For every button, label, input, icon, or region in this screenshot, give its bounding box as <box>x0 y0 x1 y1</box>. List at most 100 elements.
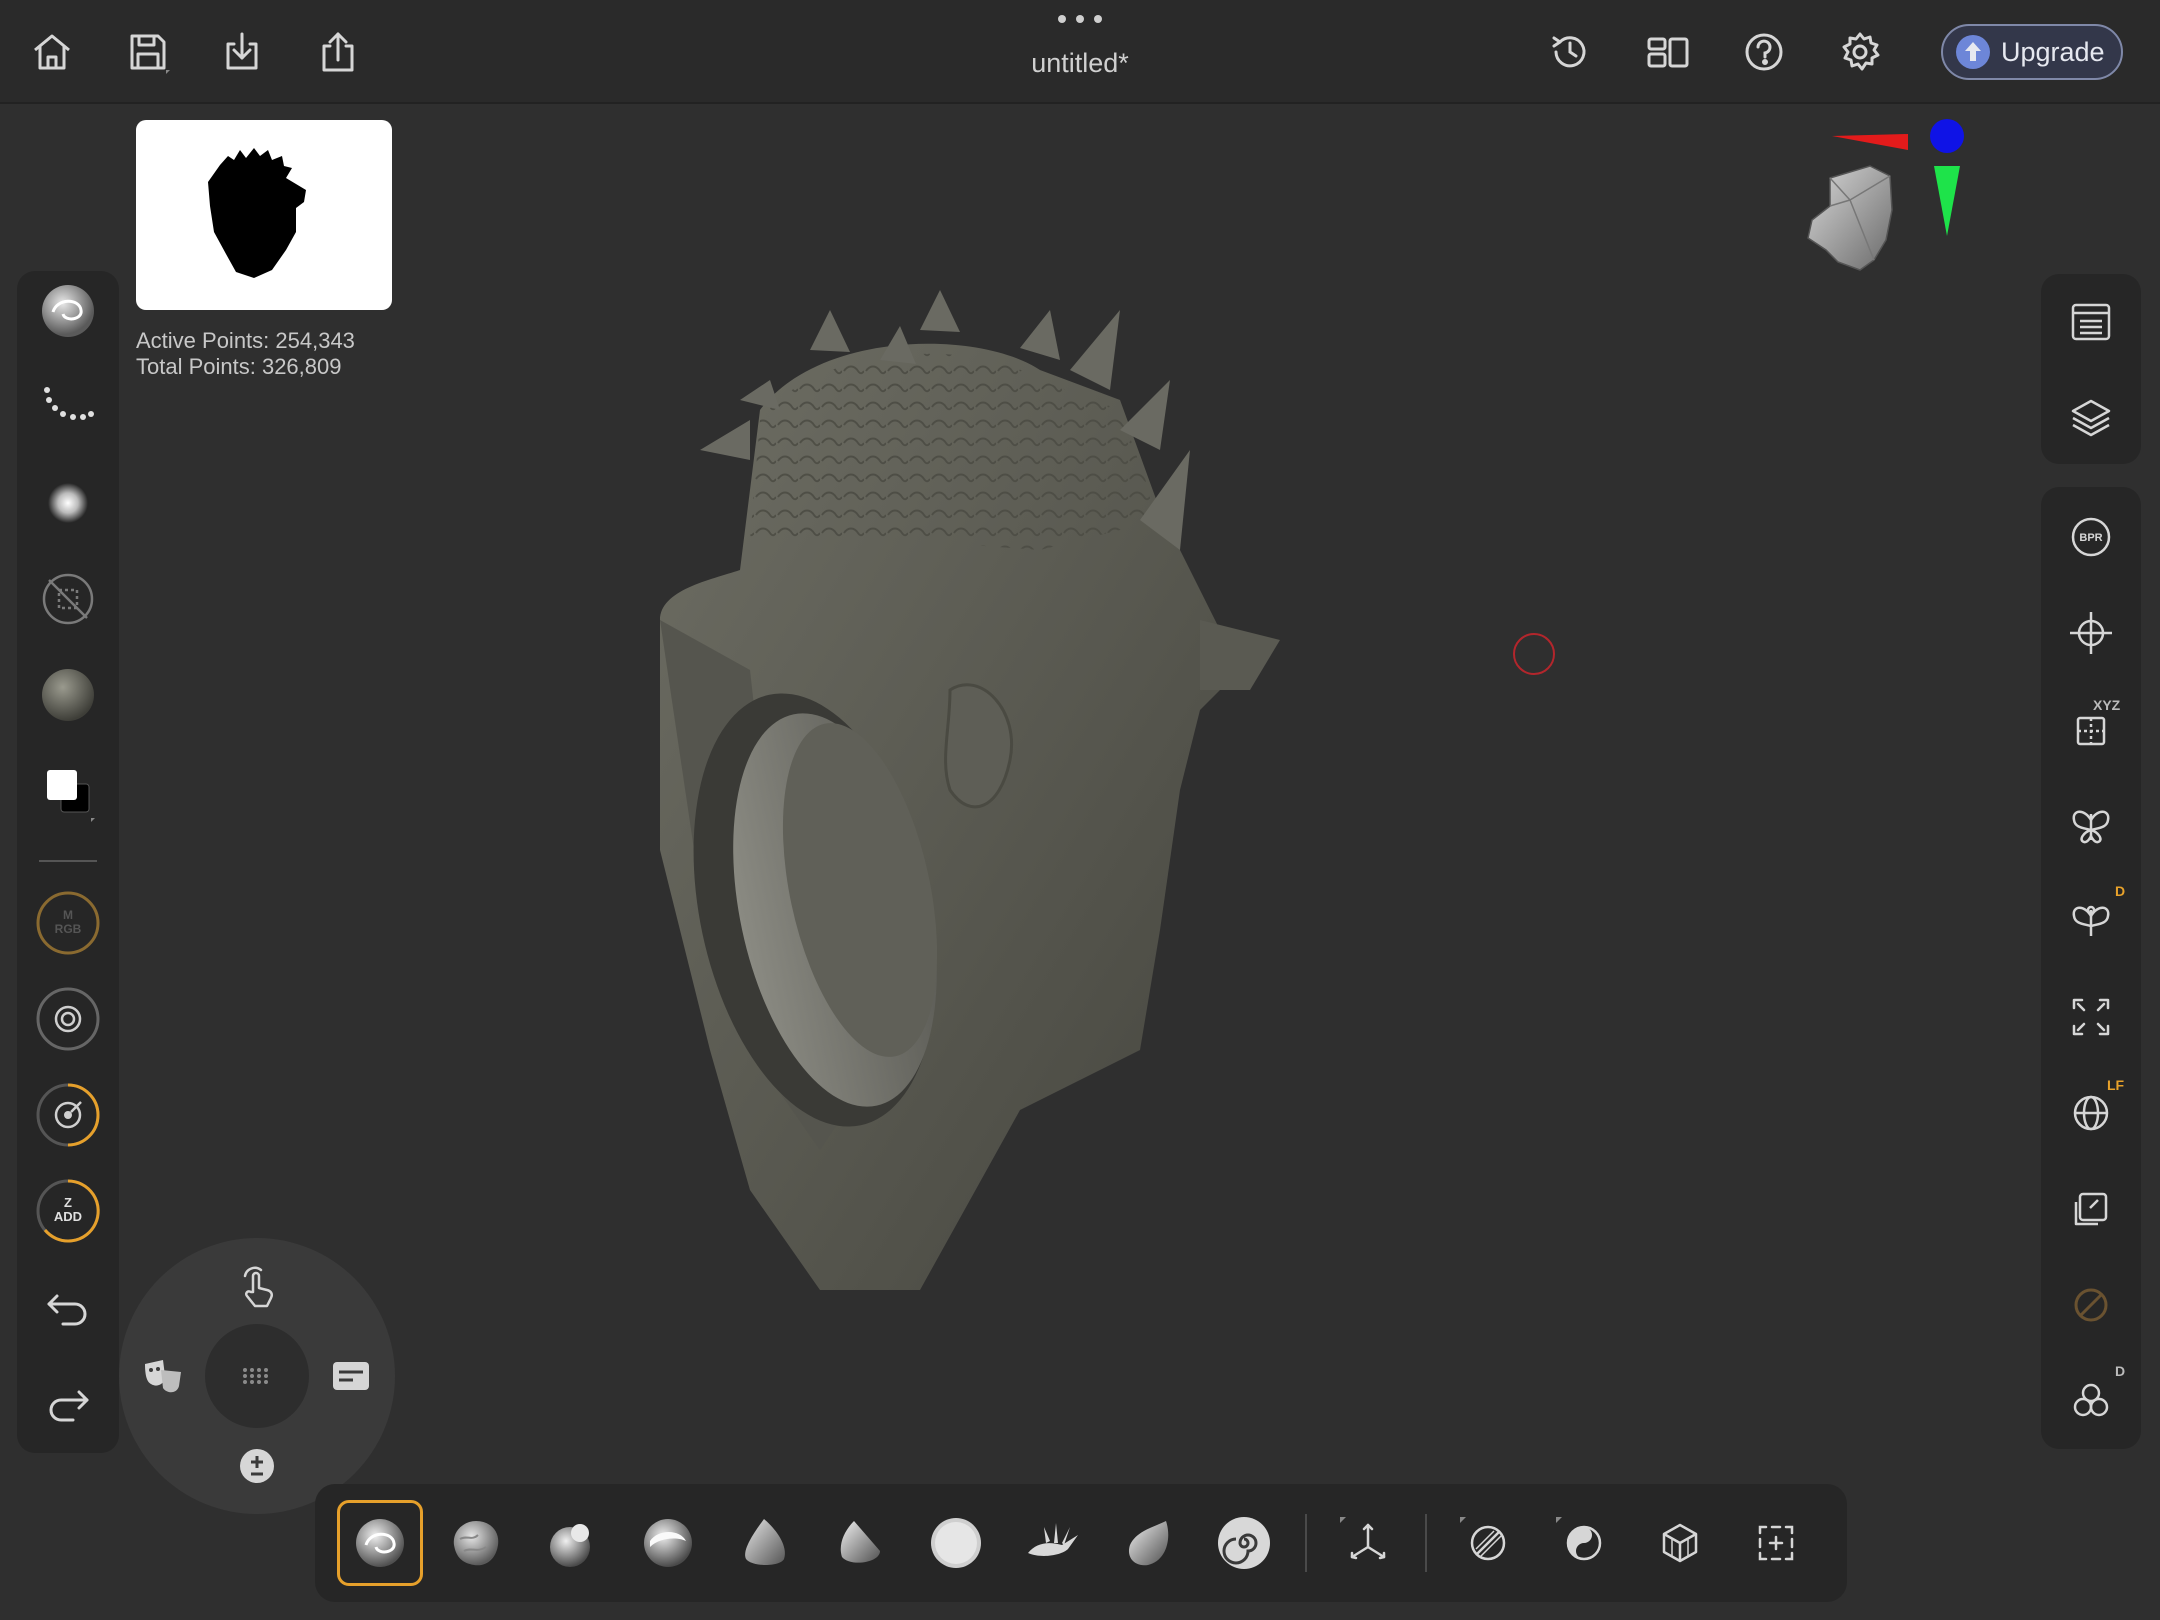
dots-stroke-icon <box>44 387 94 420</box>
brush-cursor <box>1513 633 1555 675</box>
globe-icon <box>2073 1095 2109 1131</box>
alpha-icon <box>48 483 88 523</box>
mesh-button[interactable] <box>1637 1500 1723 1586</box>
symmetry-button[interactable]: XYZ <box>2041 689 2141 769</box>
dynamic-badge: D <box>2115 883 2126 899</box>
history-button[interactable] <box>1544 26 1596 78</box>
texture-off-icon <box>42 573 94 625</box>
selection-button[interactable] <box>1733 1500 1819 1586</box>
draw-size-icon <box>36 1083 100 1147</box>
history-icon <box>1552 36 1586 68</box>
standard-icon <box>550 1524 590 1567</box>
document-title: untitled* <box>1031 48 1129 78</box>
stroke-selector[interactable] <box>17 367 119 447</box>
redo-button[interactable] <box>17 1363 119 1443</box>
gesture-button[interactable] <box>229 1258 285 1314</box>
frame-button[interactable] <box>2041 977 2141 1057</box>
brush-dam-standard[interactable] <box>1009 1500 1095 1586</box>
trim-dynamic-icon <box>745 1519 785 1565</box>
mrgb-label-bottom: RGB <box>55 922 82 936</box>
subtool-list-button[interactable] <box>2041 282 2141 362</box>
theater-masks-icon <box>145 1360 181 1393</box>
dam-standard-icon <box>1028 1523 1078 1556</box>
perspective-button[interactable]: LF <box>2041 1073 2141 1153</box>
brush-clay-tubes[interactable] <box>433 1500 519 1586</box>
navigation-gizmo[interactable] <box>1790 110 2040 390</box>
snakehook-icon <box>1218 1517 1270 1569</box>
radial-center[interactable] <box>205 1324 309 1428</box>
draw-size-dial[interactable] <box>17 1075 119 1155</box>
brush-inflate[interactable] <box>913 1500 999 1586</box>
upgrade-button[interactable]: Upgrade <box>1941 24 2123 80</box>
focal-shift-icon <box>36 987 100 1051</box>
home-button[interactable] <box>26 26 78 78</box>
brush-selector[interactable] <box>17 271 119 351</box>
texture-selector[interactable] <box>17 559 119 639</box>
save-button[interactable] <box>122 26 174 78</box>
brush-hpolish[interactable] <box>817 1500 903 1586</box>
clay-buildup-icon <box>356 1519 404 1567</box>
brush-pinch[interactable] <box>1105 1500 1191 1586</box>
x-axis-arrow <box>1832 134 1908 150</box>
save-icon <box>130 34 170 74</box>
help-button[interactable] <box>1738 26 1790 78</box>
mrgb-toggle[interactable]: M RGB <box>17 883 119 963</box>
move-gizmo-icon <box>2070 612 2112 654</box>
gizmo-button[interactable] <box>1325 1500 1411 1586</box>
menu-button[interactable] <box>323 1348 379 1404</box>
alpha-selector[interactable] <box>17 463 119 543</box>
lf-badge: LF <box>2107 1077 2125 1093</box>
subtool-list-icon <box>2071 303 2111 341</box>
brush-snakehook[interactable] <box>1201 1500 1287 1586</box>
brush-bar <box>315 1484 1847 1602</box>
gizmo-head-icon <box>1807 165 1893 271</box>
settings-button[interactable] <box>1834 26 1886 78</box>
layout-button[interactable] <box>1642 26 1694 78</box>
layers-icon <box>2071 399 2111 437</box>
hand-touch-icon <box>243 1266 274 1308</box>
add-subtract-button[interactable] <box>229 1438 285 1494</box>
import-button[interactable] <box>216 26 268 78</box>
top-bar: untitled* Upgrade <box>0 0 2160 104</box>
share-button[interactable] <box>312 26 364 78</box>
dynamic-symmetry-button[interactable]: D <box>2041 881 2141 961</box>
silhouette-image <box>208 148 306 278</box>
polyframe-button[interactable] <box>2041 1265 2141 1345</box>
zadd-toggle[interactable]: Z ADD <box>17 1171 119 1251</box>
focal-shift-dial[interactable] <box>17 979 119 1059</box>
brush-bar-divider <box>1305 1514 1307 1572</box>
sculpt-model[interactable] <box>600 290 1500 1320</box>
brush-trim-dynamic[interactable] <box>721 1500 807 1586</box>
bpr-icon: BPR <box>2071 517 2111 557</box>
mask-button[interactable] <box>1445 1500 1531 1586</box>
move-gizmo-button[interactable] <box>2041 593 2141 673</box>
mask-icon <box>1460 1517 1506 1561</box>
card-menu-icon <box>333 1362 369 1390</box>
active-points: Active Points: 254,343 <box>136 328 355 353</box>
silhouette-thumbnail[interactable] <box>136 120 392 310</box>
local-transform-button[interactable] <box>2041 1169 2141 1249</box>
mirror-button[interactable] <box>2041 785 2141 865</box>
layers-button[interactable] <box>2041 378 2141 458</box>
dynamic-symmetry-icon <box>2072 905 2110 936</box>
undo-button[interactable] <box>17 1267 119 1347</box>
selection-icon <box>1758 1525 1794 1561</box>
brush-move[interactable] <box>625 1500 711 1586</box>
zadd-label-bottom: ADD <box>54 1209 82 1224</box>
layout-icon <box>1647 37 1689 68</box>
brush-clay-buildup[interactable] <box>337 1500 423 1586</box>
z-axis-dot <box>1930 119 1964 153</box>
y-axis-arrow <box>1934 166 1960 236</box>
material-sphere-icon <box>42 669 94 721</box>
bpr-button[interactable]: BPR <box>2041 497 2141 577</box>
brush-standard[interactable] <box>529 1500 615 1586</box>
color-selector[interactable] <box>17 751 119 831</box>
help-icon <box>1745 33 1783 71</box>
polygroup-button[interactable] <box>1541 1500 1627 1586</box>
masks-button[interactable] <box>135 1348 191 1404</box>
frame-icon <box>2072 998 2110 1036</box>
more-icon[interactable] <box>1054 12 1106 26</box>
material-selector[interactable] <box>17 655 119 735</box>
gizmo-icon <box>1340 1517 1386 1560</box>
dynamesh-button[interactable]: D <box>2041 1361 2141 1441</box>
